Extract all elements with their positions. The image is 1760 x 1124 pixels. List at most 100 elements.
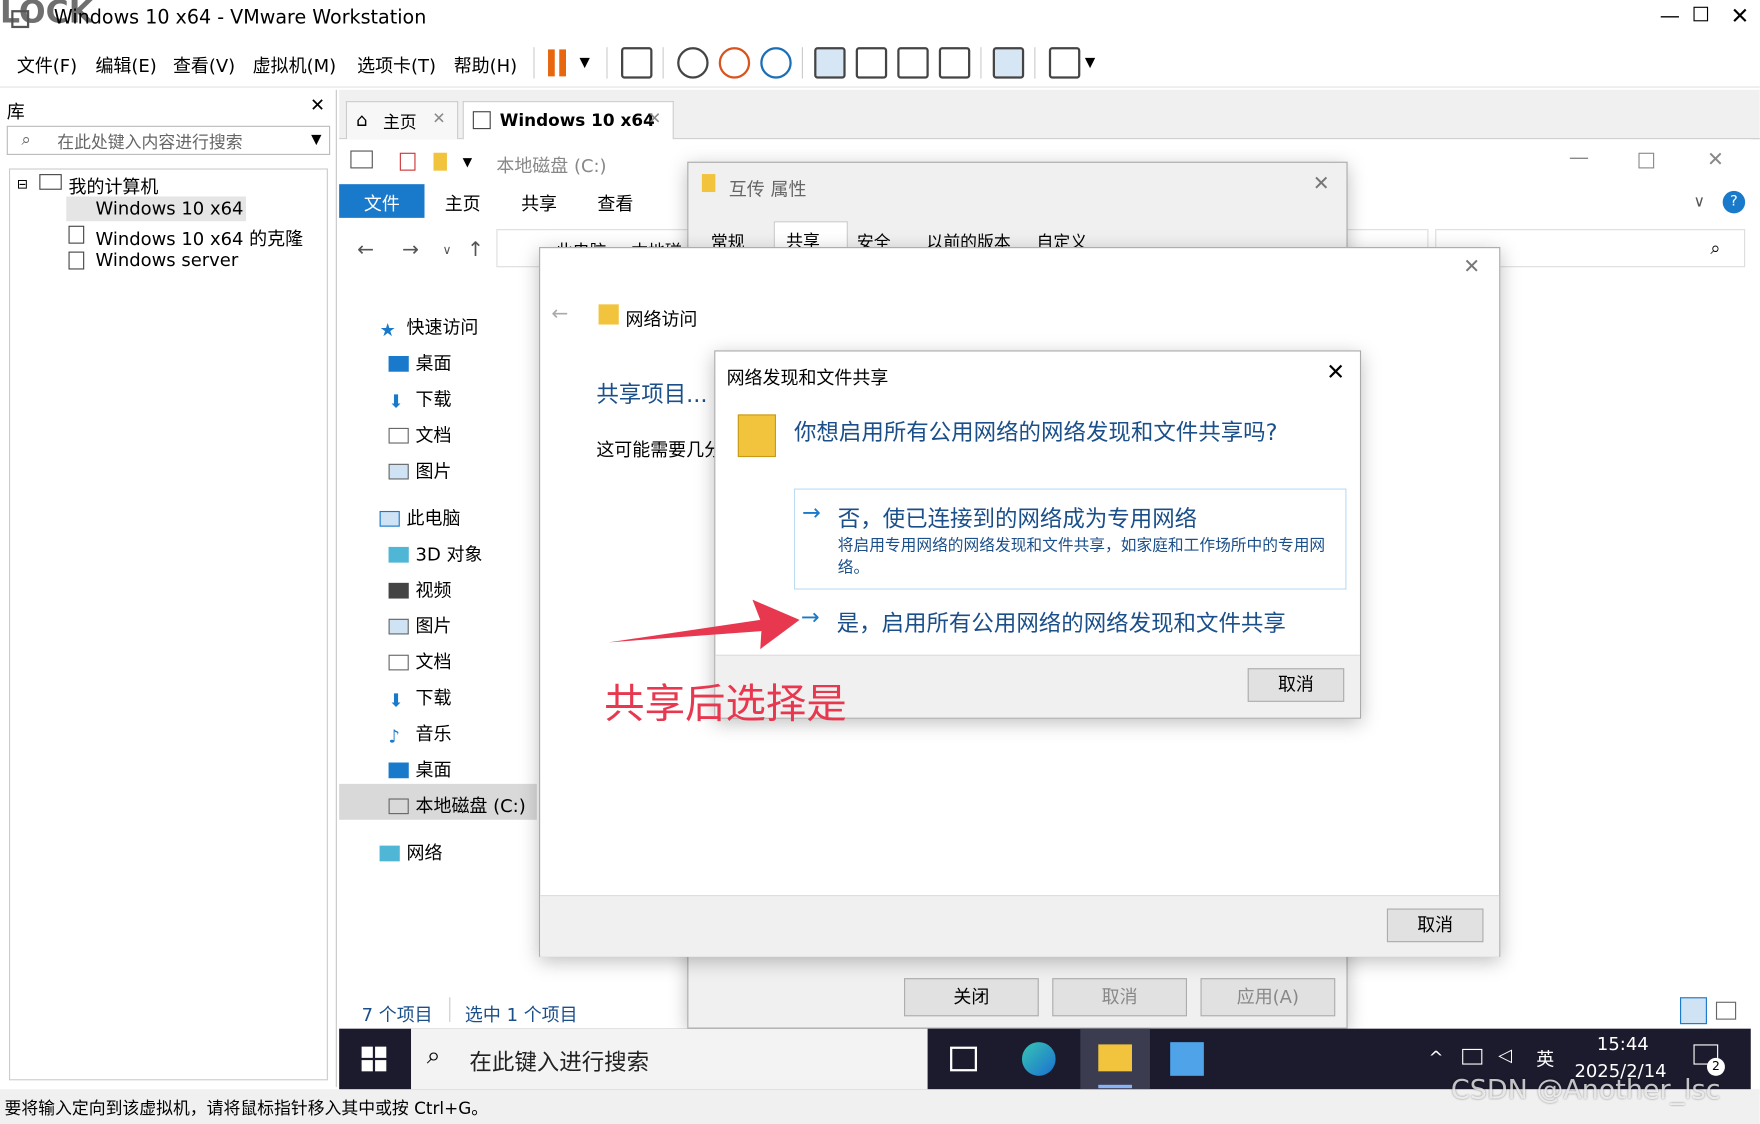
nav-documents-pc[interactable]: 文档 <box>388 647 451 674</box>
library-search-placeholder: 在此处键入内容进行搜索 <box>57 132 243 153</box>
nav-downloads[interactable]: ⬇ 下载 <box>389 384 452 413</box>
pause-icon[interactable] <box>548 49 555 77</box>
nav-documents[interactable]: 文档 <box>388 420 451 447</box>
library-view-icon[interactable] <box>814 47 846 79</box>
nav-3d-objects[interactable]: 3D 对象 <box>388 539 482 566</box>
tree-root[interactable]: 我的计算机 <box>69 172 159 199</box>
cube-icon <box>388 546 409 563</box>
stretch-icon[interactable] <box>1048 47 1081 79</box>
tab-home[interactable]: ⌂ 主页 ✕ <box>345 101 459 140</box>
network-access-cancel-button[interactable]: 取消 <box>1386 908 1484 943</box>
discovery-close-button[interactable]: ✕ <box>1326 358 1345 385</box>
minimize-button[interactable]: — <box>1660 4 1680 28</box>
back-arrow-icon[interactable]: ← <box>357 238 374 262</box>
nav-label: 此电脑 <box>406 507 461 529</box>
ribbon-file-tab[interactable]: 文件 <box>339 184 425 218</box>
nav-pictures-pc[interactable]: 图片 <box>388 611 452 638</box>
restore-button[interactable] <box>1693 6 1709 22</box>
server-manager-icon[interactable] <box>1170 1042 1204 1076</box>
help-icon[interactable]: ? <box>1722 190 1746 214</box>
ime-indicator[interactable]: 英 <box>1536 1044 1554 1071</box>
explorer-minimize-button[interactable]: — <box>1569 146 1589 170</box>
snapshot-icon[interactable] <box>677 47 709 79</box>
nav-pictures[interactable]: 图片 <box>388 456 451 483</box>
home-icon: ⌂ <box>355 108 368 131</box>
close-window-button[interactable]: ✕ <box>1731 2 1750 29</box>
close-tab-icon[interactable]: ✕ <box>648 110 661 128</box>
explorer-maximize-button[interactable] <box>1638 152 1655 169</box>
back-arrow-icon[interactable]: ← <box>551 302 568 326</box>
nav-local-disk[interactable]: 本地磁盘 (C:) <box>388 791 526 818</box>
nav-network[interactable]: 网络 <box>379 838 442 865</box>
menu-edit[interactable]: 编辑(E) <box>95 51 156 78</box>
edge-icon[interactable] <box>1021 1042 1056 1076</box>
forward-arrow-icon[interactable]: → <box>402 238 419 262</box>
tree-item-win10[interactable]: Windows 10 x64 <box>95 198 243 219</box>
properties-close-button[interactable]: ✕ <box>1313 172 1330 196</box>
clock-time[interactable]: 15:44 <box>1597 1033 1649 1054</box>
pictures-icon <box>388 618 409 635</box>
chevron-down-icon[interactable]: ▼ <box>463 155 473 170</box>
task-view-icon[interactable] <box>950 1046 978 1072</box>
details-view-icon[interactable] <box>1680 997 1707 1025</box>
taskbar-search-input[interactable]: ⌕ 在此键入进行搜索 <box>411 1028 928 1090</box>
windows-start-icon[interactable] <box>361 1046 387 1072</box>
chevron-down-icon[interactable]: ▼ <box>579 54 589 70</box>
chevron-down-icon[interactable]: ∨ <box>442 243 451 258</box>
revert-snapshot-icon[interactable] <box>718 47 751 79</box>
apply-button[interactable]: 应用(A) <box>1200 978 1336 1017</box>
menu-file[interactable]: 文件(F) <box>17 51 77 78</box>
nav-music[interactable]: ♪ 音乐 <box>389 719 452 747</box>
guest-screen[interactable]: ▼ 本地磁盘 (C:) — ✕ 文件 主页 共享 查看 ∨ ? ← → ∨ ↑ … <box>339 139 1751 1029</box>
nav-quick-access[interactable]: ★ 快速访问 <box>380 312 479 341</box>
ribbon-share-tab[interactable]: 共享 <box>521 189 557 216</box>
network-tray-icon[interactable] <box>1462 1048 1483 1065</box>
volume-muted-icon[interactable]: ◁ <box>1498 1044 1512 1065</box>
tree-item-win10-clone[interactable]: Windows 10 x64 的克隆 <box>95 223 303 250</box>
fullscreen-icon[interactable] <box>897 47 929 79</box>
close-button[interactable]: 关闭 <box>904 978 1039 1017</box>
nav-label: 图片 <box>415 615 452 637</box>
thumbnail-view-icon[interactable] <box>855 47 888 79</box>
annotation-text: 共享后选择是 <box>604 681 847 728</box>
menu-tabs[interactable]: 选项卡(T) <box>357 51 436 78</box>
snapshot-manager-icon[interactable] <box>760 47 792 79</box>
properties-icon[interactable] <box>399 152 416 171</box>
desktop-icon <box>388 355 409 372</box>
library-search-input[interactable]: ⌕ 在此处键入内容进行搜索 ▼ <box>6 125 331 155</box>
nav-this-pc[interactable]: 此电脑 <box>379 503 461 530</box>
tree-item-winserver[interactable]: Windows server <box>95 249 238 270</box>
explorer-close-button[interactable]: ✕ <box>1707 148 1724 172</box>
network-access-close-button[interactable]: ✕ <box>1463 255 1480 279</box>
menu-help[interactable]: 帮助(H) <box>454 51 517 78</box>
nav-downloads-pc[interactable]: ⬇ 下载 <box>389 683 452 711</box>
nav-videos[interactable]: 视频 <box>388 575 451 602</box>
collapse-icon[interactable]: ⊟ <box>17 176 28 192</box>
close-tab-icon[interactable]: ✕ <box>432 110 445 128</box>
menu-view[interactable]: 查看(V) <box>173 51 235 78</box>
option-private-network[interactable]: → 否，使已连接到的网络成为专用网络 将启用专用网络的网络发现和文件共享，如家庭… <box>793 488 1347 590</box>
chevron-down-icon[interactable]: ▼ <box>311 131 321 147</box>
ribbon-view-tab[interactable]: 查看 <box>597 189 633 216</box>
up-arrow-icon[interactable]: ↑ <box>467 238 484 262</box>
chevron-down-icon[interactable]: ▼ <box>1085 54 1095 70</box>
menu-vm[interactable]: 虚拟机(M) <box>253 51 336 78</box>
nav-desktop[interactable]: 桌面 <box>388 348 451 375</box>
ribbon-home-tab[interactable]: 主页 <box>445 189 481 216</box>
tab-win10[interactable]: Windows 10 x64 ✕ <box>462 101 674 141</box>
desktop-icon <box>388 762 409 779</box>
nav-desktop-pc[interactable]: 桌面 <box>388 755 451 782</box>
unity-icon[interactable] <box>938 47 971 79</box>
close-library-icon[interactable]: ✕ <box>310 94 325 115</box>
status-text: 要将输入定向到该虚拟机，请将鼠标指针移入其中或按 Ctrl+G。 <box>4 1098 489 1119</box>
chevron-up-icon[interactable]: ^ <box>1428 1047 1443 1068</box>
file-explorer-icon[interactable] <box>1098 1044 1132 1072</box>
send-keys-icon[interactable] <box>621 47 653 79</box>
cancel-button[interactable]: 取消 <box>1052 978 1188 1017</box>
option-public-network[interactable]: → 是，启用所有公用网络的网络发现和文件共享 <box>794 596 1347 641</box>
large-icons-view-icon[interactable] <box>1715 1001 1737 1020</box>
console-icon[interactable] <box>992 47 1025 79</box>
discovery-cancel-button[interactable]: 取消 <box>1247 668 1345 702</box>
new-folder-icon[interactable] <box>433 152 447 171</box>
chevron-down-icon[interactable]: ∨ <box>1693 193 1705 211</box>
